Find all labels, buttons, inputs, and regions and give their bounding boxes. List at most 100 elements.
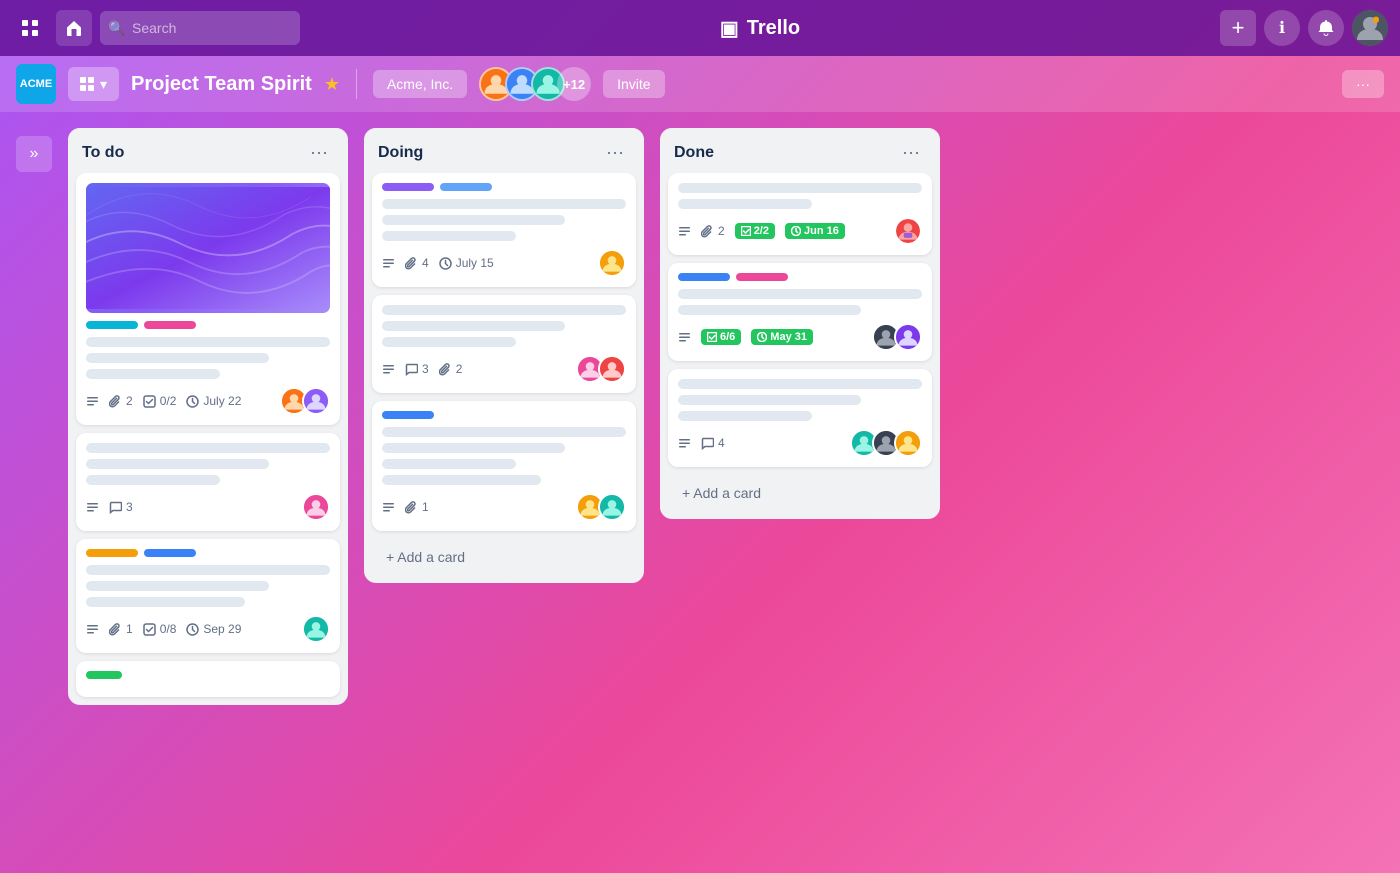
card-line xyxy=(86,353,269,363)
card-todo-3[interactable]: 1 0/8 Sep 29 xyxy=(76,539,340,653)
invite-button[interactable]: Invite xyxy=(603,70,664,98)
card-line xyxy=(86,443,330,453)
column-doing: Doing ··· 4 July 15 xyxy=(364,128,644,583)
card-line xyxy=(382,231,516,241)
card-line xyxy=(382,475,541,485)
card-avatar xyxy=(302,493,330,521)
tag-cyan xyxy=(86,321,138,329)
column-menu-doing[interactable]: ··· xyxy=(600,140,630,165)
card-description-icon xyxy=(678,437,691,450)
card-line xyxy=(678,289,922,299)
card-avatar xyxy=(302,387,330,415)
app-title: Trello xyxy=(747,17,800,40)
more-members-badge[interactable]: +12 xyxy=(557,67,591,101)
card-attachments: 1 xyxy=(405,500,429,514)
board-content: » To do ··· xyxy=(0,112,1400,873)
header-more-button[interactable]: ··· xyxy=(1342,70,1384,98)
card-todo-2[interactable]: 3 xyxy=(76,433,340,531)
card-due-date: Sep 29 xyxy=(186,622,241,636)
board-header: ACME ▾ Project Team Spirit ★ Acme, Inc. xyxy=(0,56,1400,112)
column-todo: To do ··· xyxy=(68,128,348,705)
top-navigation: 🔍 ▣ Trello + ℹ xyxy=(0,0,1400,56)
card-line xyxy=(86,597,245,607)
column-title-todo: To do xyxy=(82,144,124,162)
card-avatars xyxy=(872,323,922,351)
card-avatar xyxy=(894,323,922,351)
card-doing-3[interactable]: 1 xyxy=(372,401,636,531)
card-avatars xyxy=(576,493,626,521)
nav-right-area: + ℹ xyxy=(1220,10,1388,46)
card-description-icon xyxy=(382,501,395,514)
card-line xyxy=(86,369,220,379)
card-done-3[interactable]: 4 xyxy=(668,369,932,467)
tag-blue xyxy=(144,549,196,557)
card-cover xyxy=(86,183,330,313)
card-footer: 3 xyxy=(86,493,330,521)
card-done-1[interactable]: 2 2/2 Jun 16 xyxy=(668,173,932,255)
card-line xyxy=(678,395,861,405)
card-description-icon xyxy=(86,623,99,636)
card-avatars xyxy=(576,355,626,383)
add-card-doing-button[interactable]: + Add a card xyxy=(372,539,636,575)
home-icon[interactable] xyxy=(56,10,92,46)
tag-pink xyxy=(736,273,788,281)
workspace-badge[interactable]: Acme, Inc. xyxy=(373,70,467,98)
card-line xyxy=(382,305,626,315)
card-line xyxy=(678,305,861,315)
card-todo-4[interactable] xyxy=(76,661,340,697)
card-line xyxy=(86,581,269,591)
info-button[interactable]: ℹ xyxy=(1264,10,1300,46)
card-footer: 3 2 xyxy=(382,355,626,383)
card-line xyxy=(382,443,565,453)
column-header-doing: Doing ··· xyxy=(364,128,644,173)
card-avatar xyxy=(894,217,922,245)
tag-green xyxy=(86,671,122,679)
card-due-date: July 15 xyxy=(439,256,494,270)
column-menu-todo[interactable]: ··· xyxy=(304,140,334,165)
workspace-logo[interactable]: ACME xyxy=(16,64,56,104)
search-container[interactable]: 🔍 xyxy=(100,11,300,45)
card-done-2[interactable]: 6/6 May 31 xyxy=(668,263,932,361)
card-doing-1[interactable]: 4 July 15 xyxy=(372,173,636,287)
card-description-icon xyxy=(678,225,691,238)
card-tags xyxy=(86,321,330,329)
star-button[interactable]: ★ xyxy=(324,74,340,95)
sidebar-toggle[interactable]: » xyxy=(16,136,52,172)
card-avatar xyxy=(302,615,330,643)
card-avatars xyxy=(280,387,330,415)
app-title-area: ▣ Trello xyxy=(308,16,1212,41)
card-avatars xyxy=(302,615,330,643)
card-avatar xyxy=(598,493,626,521)
board-view-button[interactable]: ▾ xyxy=(68,67,119,101)
add-card-done-button[interactable]: + Add a card xyxy=(668,475,932,511)
card-line xyxy=(382,321,565,331)
card-todo-1[interactable]: 2 0/2 July 22 xyxy=(76,173,340,425)
card-line xyxy=(86,337,330,347)
card-tags xyxy=(382,183,626,191)
card-line xyxy=(86,565,330,575)
card-avatars xyxy=(894,217,922,245)
column-menu-done[interactable]: ··· xyxy=(896,140,926,165)
card-footer: 1 xyxy=(382,493,626,521)
card-doing-2[interactable]: 3 2 xyxy=(372,295,636,393)
card-description-icon xyxy=(382,257,395,270)
notifications-button[interactable] xyxy=(1308,10,1344,46)
column-title-done: Done xyxy=(674,144,714,162)
search-input[interactable] xyxy=(100,11,300,45)
card-footer: 6/6 May 31 xyxy=(678,323,922,351)
due-date-badge-done: May 31 xyxy=(751,329,813,345)
due-date-badge-done: Jun 16 xyxy=(785,223,845,239)
card-footer: 4 July 15 xyxy=(382,249,626,277)
user-avatar[interactable] xyxy=(1352,10,1388,46)
card-comments: 3 xyxy=(109,500,133,514)
card-description-icon xyxy=(86,501,99,514)
add-button[interactable]: + xyxy=(1220,10,1256,46)
tag-purple xyxy=(382,183,434,191)
card-footer: 2 2/2 Jun 16 xyxy=(678,217,922,245)
divider xyxy=(356,69,357,99)
card-attachments: 2 xyxy=(701,224,725,238)
card-avatar xyxy=(598,355,626,383)
tag-yellow xyxy=(86,549,138,557)
grid-menu-icon[interactable] xyxy=(12,10,48,46)
card-description-icon xyxy=(86,395,99,408)
